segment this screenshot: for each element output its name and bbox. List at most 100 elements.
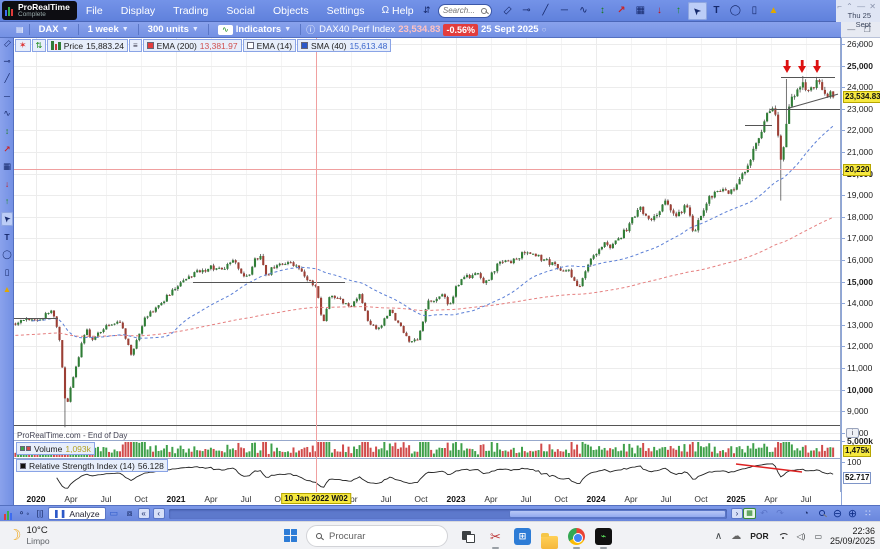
task-view-button[interactable] — [460, 528, 477, 545]
scale-arrows-icon[interactable]: ↕ — [1, 124, 13, 138]
date-axis[interactable]: 2020AprJulOct2021AprJulOct10 Jan 2022 W0… — [14, 492, 841, 505]
buy-arrow-icon[interactable]: ↑ — [1, 194, 13, 208]
chart-toolbar: ▤ DAX▼ 1 week▼ 300 units▼ ∿ Indicators▼ … — [0, 22, 841, 38]
chart-export-icon[interactable]: ▦ — [631, 2, 650, 20]
rsi-legend[interactable]: Relative Strength Index (14) 56.128 — [16, 459, 168, 472]
onedrive-icon[interactable]: ☁ — [731, 531, 741, 542]
hidden-icons-button[interactable]: ∧ — [715, 531, 722, 542]
menu-help[interactable]: Ω Help — [374, 5, 422, 17]
horizontal-line-icon[interactable]: ─ — [1, 89, 13, 103]
start-button[interactable] — [284, 529, 298, 543]
zoom-out-button[interactable]: ⊖ — [830, 507, 845, 520]
menu-file[interactable]: File — [77, 0, 112, 22]
language-indicator[interactable]: POR — [750, 531, 768, 541]
wave-icon[interactable]: ∿ — [574, 2, 593, 20]
horizontal-line-icon[interactable]: ─ — [555, 2, 574, 20]
comment-icon[interactable]: ▭ — [106, 507, 122, 520]
date-axis-tick: 2025 — [727, 494, 746, 504]
weather-widget[interactable]: ☽ 10°C Limpo — [8, 525, 50, 546]
timeframe-selector[interactable]: 1 week▼ — [84, 24, 133, 35]
price-axis[interactable]: 26,00025,00024,00023,00022,00021,00020,0… — [841, 38, 880, 505]
info-icon[interactable]: ⓘ — [306, 23, 315, 36]
menu-display[interactable]: Display — [112, 0, 164, 22]
units-selector[interactable]: 300 units▼ — [144, 24, 203, 35]
trend-arrow-icon[interactable]: ↗ — [612, 2, 631, 20]
instrument-selector[interactable]: DAX▼ — [35, 24, 73, 35]
text-tool-icon[interactable]: T — [1, 230, 13, 244]
chart-scrollbar[interactable] — [169, 509, 727, 519]
magnifier-icon[interactable] — [814, 507, 830, 520]
screenshot-icon[interactable]: ⧇ — [122, 507, 138, 520]
microsoft-store-icon[interactable]: ⊞ — [514, 528, 531, 545]
time-zoom-icon[interactable]: ◔ — [798, 507, 814, 520]
file-explorer-icon[interactable] — [541, 528, 558, 545]
ruler-icon[interactable]: ▭ — [1, 36, 13, 50]
buy-arrow-icon[interactable]: ↑ — [669, 2, 688, 20]
battery-icon[interactable]: ▭ — [814, 532, 822, 541]
adjustments-icon[interactable]: ⇵ — [422, 2, 432, 20]
window-controls[interactable]: ⌐ ⌃ — ✕ — [836, 2, 877, 11]
sma40-legend[interactable]: SMA (40) 15,613.48 — [297, 39, 391, 52]
menu-social[interactable]: Social — [217, 0, 264, 22]
cursor-icon[interactable]: ➤ — [1, 212, 13, 226]
scrollbar-thumb[interactable] — [509, 510, 726, 518]
taskbar-search[interactable]: Procurar — [306, 525, 448, 547]
trend-arrow-icon[interactable]: ↗ — [1, 142, 13, 156]
indicators-button[interactable]: ∿ Indicators▼ — [214, 24, 295, 35]
search-input[interactable] — [443, 6, 481, 15]
columns-icon[interactable]: [|] — [32, 507, 48, 520]
alert-bell-icon[interactable]: ▲ — [1, 282, 13, 296]
mini-chart-icon[interactable]: ▤ — [16, 25, 24, 34]
scroll-right-button[interactable]: › — [731, 508, 743, 519]
taskbar-clock[interactable]: 22:36 25/09/2025 — [830, 526, 875, 546]
trash-icon[interactable]: ▯ — [1, 265, 13, 279]
volume-legend[interactable]: Volume 1,093k — [16, 442, 95, 455]
wave-icon[interactable]: ∿ — [1, 106, 13, 120]
list-button[interactable]: ≡ — [129, 39, 142, 52]
ellipse-icon[interactable]: ◯ — [1, 247, 13, 261]
segment-icon[interactable]: ╱ — [536, 2, 555, 20]
text-tool-icon[interactable]: T — [707, 2, 726, 20]
menu-objects[interactable]: Objects — [264, 0, 318, 22]
sell-arrow-icon[interactable]: ↓ — [1, 177, 13, 191]
ellipse-icon[interactable]: ◯ — [726, 2, 745, 20]
scroll-left-button[interactable]: ‹ — [153, 508, 165, 519]
link-icon[interactable]: ⊸ — [1, 54, 13, 68]
prorealtime-taskbar-icon[interactable]: ⌁ — [595, 528, 612, 545]
cursor-icon[interactable]: ➤ — [688, 2, 707, 20]
scroll-far-left-button[interactable]: « — [138, 508, 150, 519]
compare-button[interactable]: ⇅ — [32, 39, 47, 52]
price-axis-tick: 15,000 — [847, 277, 873, 287]
volume-icon[interactable]: ◁) — [797, 532, 806, 541]
ruler-icon[interactable]: ▭ — [498, 2, 517, 20]
undo-icon[interactable]: ↶ — [756, 507, 772, 520]
sell-arrow-icon[interactable]: ↓ — [650, 2, 669, 20]
zoom-in-button[interactable]: ⊕ — [845, 507, 860, 520]
wifi-icon[interactable] — [778, 533, 788, 540]
alert-bell-icon[interactable]: ▲ — [764, 2, 783, 20]
menu-trading[interactable]: Trading — [164, 0, 217, 22]
segment-icon[interactable]: ╱ — [1, 71, 13, 85]
more-options-icon[interactable]: ∷ — [860, 507, 876, 520]
chrome-icon[interactable] — [568, 528, 585, 545]
redo-icon[interactable]: ↷ — [772, 507, 788, 520]
ema14-legend[interactable]: EMA (14) — [243, 39, 296, 52]
favorite-button[interactable]: ✶ — [15, 39, 31, 52]
link-icon[interactable]: ⊸ — [517, 2, 536, 20]
sma40-label: SMA (40) — [311, 41, 346, 51]
analyze-button[interactable]: ❚❚ Analyze — [48, 507, 106, 520]
price-chart-canvas[interactable] — [14, 38, 841, 505]
trash-icon[interactable]: ▯ — [745, 2, 764, 20]
snipping-tool-icon[interactable]: ✂ — [487, 528, 504, 545]
menu-settings[interactable]: Settings — [318, 0, 374, 22]
price-legend[interactable]: Price 15,883.24 — [47, 39, 128, 52]
chart-export-icon[interactable]: ▦ — [1, 159, 13, 173]
share-icon[interactable]: ⚬⚬ — [16, 507, 32, 520]
rsi-label: Relative Strength Index (14) — [29, 461, 135, 471]
search-box[interactable] — [438, 4, 492, 18]
scale-arrows-icon[interactable]: ↕ — [593, 2, 612, 20]
date-axis-tick: 2024 — [587, 494, 606, 504]
calendar-icon[interactable]: ▦ — [743, 508, 756, 519]
ema200-legend[interactable]: EMA (200) 13,381.97 — [143, 39, 242, 52]
prt-mini-icon[interactable] — [0, 507, 16, 520]
